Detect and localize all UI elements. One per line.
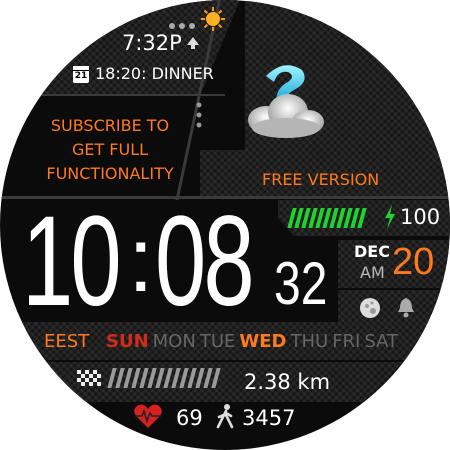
flag-cell [77,374,81,378]
subscribe-line-1: SUBSCRIBE TO [50,116,170,135]
weekday-mon: MON [152,331,196,352]
arrow-up-svg [187,37,199,49]
moon-phase-icon[interactable] [358,296,382,324]
heart-svg [134,404,162,428]
flag-cell [93,378,97,382]
flag-cell [77,370,81,374]
flag-cell [81,374,85,378]
flag-svg [77,370,101,386]
unknown-weather-icon[interactable] [236,58,336,148]
timezone-label: EEST [44,331,90,352]
clock-colon: : [128,209,154,311]
date-ampm: AM [360,263,385,282]
date-month: DEC [354,242,390,261]
clock-seconds: 32 [274,250,328,317]
weekday-thu: THU [290,331,329,352]
calendar-icon-day: 21 [74,71,88,81]
sun-icon[interactable] [200,6,226,32]
distance-progress-bar [107,368,222,388]
weekday-sun: SUN [106,331,149,352]
distance-panel [0,362,450,402]
clock-hours: 10 [22,190,122,333]
bell-svg [398,298,414,318]
subscribe-message[interactable]: SUBSCRIBE TO GET FULL FUNCTIONALITY [40,114,180,186]
moon-svg [360,298,380,318]
weekday-sat: SAT [364,331,399,352]
flag-cell [85,382,89,386]
flag-cell [93,374,97,378]
walking-svg [216,404,234,429]
heart-rate-value: 69 [176,406,203,430]
watch-face: 7:32P 21 18:20: DINNER SUBSCRIBE TO GET … [0,0,450,450]
steps-value: 3457 [242,406,296,430]
flag-cell [89,378,93,382]
flag-cell [81,378,85,382]
unknown-weather-svg [248,65,324,138]
flag-cell [93,382,97,386]
flag-cell [81,370,85,374]
status-time: 7:32P [122,31,182,55]
distance-value: 2.38 km [244,370,331,394]
three-dots-icon[interactable] [168,15,198,29]
flag-cell [85,374,89,378]
flag-cell [89,382,93,386]
sun-svg [201,7,225,31]
flag-cell [97,374,101,378]
event-text[interactable]: 18:20: DINNER [95,64,214,84]
flag-cell [89,370,93,374]
battery-bar [287,208,370,228]
arrow-up-icon [186,35,200,54]
battery-value: 100 [400,205,441,229]
weekday-fri: FRI [332,331,361,352]
dots-svg [169,23,195,29]
date-day: 20 [392,241,435,283]
subscribe-line-2: GET FULL [71,140,149,159]
flag-cell [97,378,101,382]
flag-cell [89,374,93,378]
charging-bolt-icon [383,205,397,233]
flag-cell [97,382,101,386]
weekday-list: SUN MON TUE WED THU FRI SAT [106,331,402,353]
horizontal-divider-mid [0,94,225,96]
vertical-dots-icon[interactable] [194,100,204,134]
vertical-dots-svg [196,102,202,128]
weekday-wed: WED [239,331,287,352]
icons-panel [338,290,450,324]
checkered-flag-icon [76,370,102,390]
flag-cell [81,382,85,386]
free-version-label: FREE VERSION [262,170,380,189]
flag-cell [97,370,101,374]
clock-minutes: 08 [155,190,255,333]
subscribe-line-3: FUNCTIONALITY [46,164,174,183]
heart-rate-icon[interactable] [133,403,163,433]
flag-cell [77,378,81,382]
bell-icon[interactable] [396,296,416,322]
flag-cell [85,370,89,374]
walking-icon[interactable] [215,403,235,433]
distance-segment [211,368,221,388]
bolt-svg [385,205,395,229]
calendar-icon: 21 [73,66,89,83]
flag-cell [85,378,89,382]
flag-cell [93,370,97,374]
weekday-tue: TUE [199,331,236,352]
flag-cell [77,382,81,386]
